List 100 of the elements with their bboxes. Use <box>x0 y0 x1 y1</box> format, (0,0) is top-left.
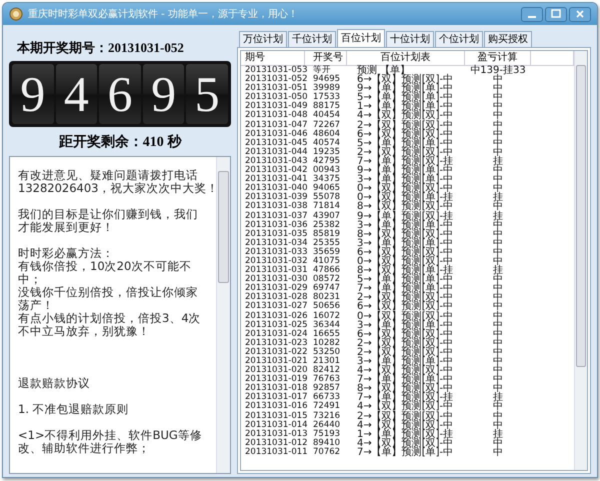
flip-digit: 6 <box>99 64 141 124</box>
maximize-button[interactable] <box>545 6 567 22</box>
table-cell-text: 2→【双】预测[双]-中 <box>356 148 454 157</box>
table-cell-text: 20131031-033 <box>244 248 305 257</box>
table-cell-text: 20131031-053 <box>244 66 305 75</box>
column-header[interactable]: 开奖号 <box>305 51 347 65</box>
column-header[interactable]: 百位计划表 <box>347 51 465 65</box>
countdown-text: 距开奖剩余：410 秒 <box>58 133 183 151</box>
table-cell-text: 48604 <box>312 130 342 139</box>
table-cell-text: 70762 <box>312 448 342 458</box>
scrollbar[interactable] <box>574 51 587 470</box>
table-cell-text: 19235 <box>312 148 342 157</box>
period-label: 本期开奖期号：20131031-052 <box>17 39 185 57</box>
tab[interactable]: 个位计划 <box>435 31 483 47</box>
table-cell-text: 中 <box>492 175 504 184</box>
table-cell-text: 4→【双】预测[双]-中 <box>356 366 454 376</box>
column-header[interactable]: 盈亏计算 <box>465 51 531 65</box>
table-cell-text: 8→【双】预测[双]-中 <box>356 230 454 239</box>
table-cell-text: 82412 <box>312 366 342 376</box>
tab[interactable]: 十位计划 <box>386 31 434 47</box>
flip-digit: 5 <box>186 64 228 124</box>
tab[interactable]: 万位计划 <box>239 31 287 47</box>
table-cell-text: 34375 <box>312 175 342 184</box>
table-cell-text: 挂 <box>492 212 504 221</box>
table-cell-text: 0→【双】预测[双]-中 <box>356 184 454 194</box>
table-cell-text: 5→【单】预测[单]-中 <box>356 275 454 284</box>
table-cell-text: 20131031-026 <box>244 312 305 321</box>
notice-paragraph: 1. 不准包退赔款原则 <box>18 403 130 416</box>
column-header[interactable]: 期号 <box>241 51 305 65</box>
close-icon <box>575 9 585 19</box>
table-cell-text: 20131031-032 <box>244 256 305 266</box>
table-cell-text: 41075 <box>312 256 342 266</box>
table-cell-text: 39989 <box>312 84 342 94</box>
tab[interactable]: 百位计划 <box>337 29 385 47</box>
table-cell-text: 20131031-040 <box>244 184 305 194</box>
table-cell-text: 8→【双】预测[双]-中 <box>356 202 454 212</box>
table-cell-text: 7→【单】预测[单]-中 <box>356 284 454 294</box>
table-cell-text: 3→【单】预测[单]-中 <box>356 238 454 248</box>
table-cell-text: 中 <box>492 248 504 257</box>
table-cell-text: 40454 <box>312 111 342 120</box>
table-cell-text: 中 <box>492 202 504 212</box>
table-cell-text: 00943 <box>312 166 342 176</box>
table-cell-text: 20131031-015 <box>244 412 305 421</box>
table-cell-text: 40574 <box>312 138 342 148</box>
table-cell-text: 20131031-042 <box>244 166 305 176</box>
table-cell-text: 4→【双】预测[双]-中 <box>356 111 454 121</box>
table-cell-text: 17533 <box>312 93 342 102</box>
table-cell-text: 0→【双】预测[双]-中 <box>356 312 454 321</box>
table-cell-text: 66733 <box>312 393 342 402</box>
table-cell-text: 20131031-012 <box>244 438 305 448</box>
table-cell-text: 3→【单】预测[单]-中 <box>356 220 454 230</box>
table-cell-text: 挂 <box>492 156 504 166</box>
table-cell-text: 20131031-052 <box>244 75 305 84</box>
scrollbar[interactable] <box>216 157 230 473</box>
table-cell-text: 7→【单】预测[单]-中 <box>356 448 454 458</box>
table-cell-text: 25382 <box>312 220 342 230</box>
table-cell-text: 20131031-051 <box>244 84 305 94</box>
table-cell-text: 35659 <box>312 248 342 257</box>
table-cell-text: 2→【双】预测[双]-中 <box>356 412 454 421</box>
notice-paragraph: 我们的目标是让你们赚到钱，我们 才能发展到更好！ <box>18 208 199 234</box>
table-cell-text: 4→【双】预测[双]-中 <box>356 420 454 430</box>
table-cell-text: 20131031-013 <box>244 430 305 439</box>
table-cell-text: 中 <box>492 384 504 394</box>
table-cell-text: 20131031-046 <box>244 130 305 139</box>
table-cell-text: 20131031-036 <box>244 220 305 230</box>
table-cell-text: 中 <box>492 330 504 339</box>
table-cell-text: 75193 <box>312 430 342 439</box>
table-cell-text: 20131031-037 <box>244 212 305 220</box>
table-cell-text: 8→【双】预测[单]-挂 <box>356 266 454 276</box>
table-cell-text: 20131031-034 <box>244 238 305 248</box>
table-cell-text: 3→【单】预测[单]-中 <box>356 320 454 330</box>
table-cell-text: 76763 <box>312 375 342 384</box>
table-cell-text: 20131031-047 <box>244 120 305 130</box>
table-cell-text: 中 <box>492 375 504 384</box>
table-cell-text: 88175 <box>312 102 342 112</box>
table-cell-text: 20131031-027 <box>244 302 305 312</box>
table-cell-text: 26440 <box>312 420 342 430</box>
table-cell-text: 中 <box>492 238 504 248</box>
table-cell-text: 69747 <box>312 284 342 294</box>
tab[interactable]: 千位计划 <box>288 31 336 47</box>
table-cell-text: 0→【双】预测[单]-挂 <box>356 193 454 202</box>
table-cell-text: 20131031-018 <box>244 384 305 394</box>
table-cell-text: 20131031-041 <box>244 175 305 184</box>
minimize-button[interactable] <box>521 6 543 22</box>
table-cell-text: 20131031-017 <box>244 393 305 402</box>
table-cell-text: 中 <box>492 230 504 239</box>
table-cell-text: 中 <box>492 166 504 176</box>
table-cell-text: 1→【单】预测[单]-中 <box>356 102 454 112</box>
table-cell-text: 47866 <box>312 266 342 276</box>
close-button[interactable] <box>569 6 591 22</box>
app-icon <box>9 7 23 21</box>
table-cell-text: 中 <box>492 102 504 112</box>
table-cell-text: 92857 <box>312 384 342 394</box>
table-cell-text: 3→【单】预测[单]-中 <box>356 357 454 366</box>
table-cell-text: 中 <box>492 84 504 94</box>
table-cell-text: 中139-挂33 <box>469 66 527 76</box>
notice-paragraph: <1>不得利用外挂、软件BUG等修 改、辅助软件进行作弊； <box>18 429 203 455</box>
table-cell-text: 10282 <box>312 338 342 348</box>
table-cell-text: 20131031-022 <box>244 348 305 357</box>
tab[interactable]: 购买授权 <box>484 31 532 47</box>
